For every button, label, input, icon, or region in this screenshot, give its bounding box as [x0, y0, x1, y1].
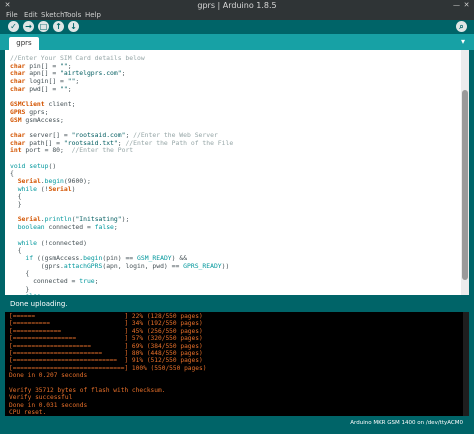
code-line: while (!Serial): [10, 184, 272, 194]
menu-bar: File Edit Sketch Tools Help: [0, 11, 474, 20]
editor-scrollbar[interactable]: [461, 50, 469, 295]
menu-edit[interactable]: Edit: [24, 11, 38, 20]
code-line: int port = 80; //Enter the Port: [10, 146, 272, 155]
code-line: (gprs.attachGPRS(apn, login, pwd) == GPR…: [10, 261, 272, 271]
upload-button[interactable]: →: [23, 21, 34, 32]
console-line: [====== ] 22% (128/550 pages): [9, 313, 203, 320]
code-token: port = 80;: [21, 146, 72, 155]
save-button[interactable]: ↓: [68, 21, 79, 32]
code-token: attachGPRS: [63, 261, 103, 270]
code-token: "": [60, 84, 68, 93]
console-text: [====== ] 22% (128/550 pages) [==========…: [9, 313, 206, 416]
code-token: else: [25, 292, 40, 295]
code-text[interactable]: //Enter Your SIM Card details below char …: [10, 54, 272, 295]
code-token: boolean: [17, 223, 45, 232]
code-line: }: [10, 200, 272, 209]
console-line: [===================== ] 69% (384/550 pa…: [9, 342, 203, 350]
code-line: char pwd[] = "";: [10, 84, 272, 94]
console-line: Verify successful: [9, 394, 73, 402]
code-token: GSM: [10, 115, 22, 124]
code-token: int: [10, 146, 22, 155]
open-button[interactable]: ↑: [53, 21, 64, 32]
code-token: }: [10, 200, 22, 209]
code-token: (!: [36, 184, 49, 193]
code-token: (): [48, 161, 57, 170]
toolbar: ✓ → □ ↑ ↓ ⌕: [0, 20, 474, 34]
code-line: else: [10, 292, 272, 295]
status-bar: Done uploading.: [5, 298, 469, 310]
code-line: void setup(): [10, 161, 272, 171]
new-button[interactable]: □: [38, 21, 49, 32]
code-token: ;: [67, 84, 72, 93]
code-token: connected =: [44, 223, 95, 232]
menu-sketch[interactable]: Sketch: [41, 11, 65, 20]
code-token: false: [94, 223, 114, 232]
console-line: [======================== ] 80% (448/550…: [9, 349, 203, 357]
console-line: Done in 0.031 seconds: [9, 401, 88, 409]
code-line: GSM gsmAccess;: [10, 115, 272, 125]
code-line: {: [10, 193, 272, 201]
title-bar: ✕ gprs | Arduino 1.8.5 — ✕: [0, 0, 474, 11]
menu-file[interactable]: File: [6, 11, 18, 20]
console-line: Verify 35712 bytes of flash with checksu…: [9, 386, 166, 394]
tab-bar: gprs ▾: [0, 34, 474, 50]
console-output[interactable]: [====== ] 22% (128/550 pages) [==========…: [5, 312, 463, 416]
console-line: Done in 0.207 seconds: [9, 372, 88, 380]
code-token: ): [71, 184, 76, 193]
serial-monitor-button[interactable]: ⌕: [456, 21, 467, 32]
code-token: ;: [94, 276, 99, 285]
console-line: [================= ] 57% (320/550 pages): [9, 335, 203, 343]
code-token: true: [79, 276, 95, 285]
code-token: (!connected): [36, 238, 87, 247]
console-line: CPU reset.: [9, 409, 47, 416]
code-token: )): [221, 261, 230, 270]
code-line: while (!connected): [10, 238, 272, 248]
window-title: gprs | Arduino 1.8.5: [197, 1, 277, 10]
code-token: gsmAccess;: [21, 115, 64, 124]
code-token: (apn, login, pwd) ==: [102, 261, 184, 270]
code-token: Serial: [48, 184, 72, 193]
verify-button[interactable]: ✓: [8, 21, 19, 32]
code-editor[interactable]: //Enter Your SIM Card details below char …: [5, 50, 461, 295]
code-token: char: [10, 84, 26, 93]
close-window-icon[interactable]: ✕: [3, 1, 12, 10]
console-line: [============= ] 45% (256/550 pages): [9, 327, 203, 335]
console-scrollbar[interactable]: [463, 312, 469, 416]
code-token: ;: [113, 223, 118, 232]
code-token: );: [121, 215, 130, 224]
code-line: boolean connected = false;: [10, 223, 272, 232]
code-token: client;: [44, 100, 76, 109]
code-token: //Enter the Port: [71, 146, 134, 155]
code-line: GSMClient client;: [10, 100, 272, 109]
code-token: setup: [29, 161, 49, 170]
code-token: GPRS_READY: [183, 261, 222, 270]
editor-scrollbar-thumb[interactable]: [462, 90, 468, 280]
tab-menu-icon[interactable]: ▾: [458, 37, 468, 47]
code-token: pwd[] =: [25, 84, 61, 93]
board-info: Arduino MKR GSM 1400 on /dev/ttyACM0: [5, 418, 469, 428]
minimize-window-icon[interactable]: —: [452, 1, 461, 10]
menu-help[interactable]: Help: [85, 11, 101, 20]
close-window-right-icon[interactable]: ✕: [462, 1, 471, 10]
code-line: connected = true;: [10, 276, 272, 286]
console-line: [==============================] 100% (5…: [9, 364, 207, 372]
code-token: //Enter the Path of the File: [125, 138, 234, 147]
code-token: ;: [75, 77, 80, 86]
console-line: [============================ ] 91% (512…: [9, 357, 203, 365]
menu-tools[interactable]: Tools: [64, 11, 81, 20]
code-line: }: [10, 285, 272, 294]
tab-gprs[interactable]: gprs: [9, 37, 39, 50]
code-token: ;: [121, 69, 126, 78]
arduino-ide-window: ✕ gprs | Arduino 1.8.5 — ✕ File Edit Ske…: [0, 0, 474, 434]
console-line: [========== ] 34% (192/550 pages): [9, 320, 203, 328]
